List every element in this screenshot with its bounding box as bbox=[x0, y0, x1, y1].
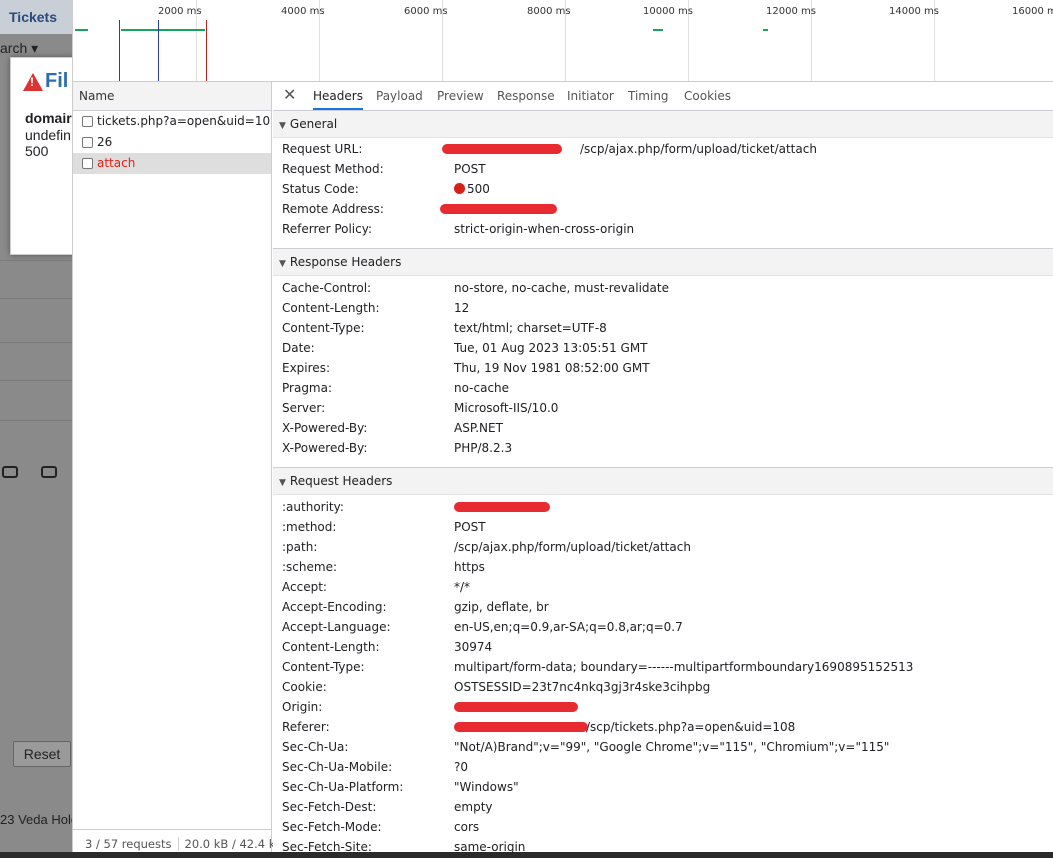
timeline-tick: 8000 ms bbox=[527, 6, 571, 17]
timeline-tick: 4000 ms bbox=[281, 6, 325, 17]
header-row: Content-Length: 30974 bbox=[282, 640, 493, 654]
header-row: Accept-Language: en-US,en;q=0.9,ar-SA;q=0… bbox=[282, 620, 683, 634]
redaction-mark bbox=[454, 702, 578, 712]
timeline-tick: 10000 ms bbox=[643, 6, 693, 17]
redaction-mark bbox=[454, 722, 588, 732]
request-checkbox[interactable] bbox=[82, 137, 93, 148]
header-row: :scheme: https bbox=[282, 560, 485, 574]
details-tabs: ✕ Headers Payload Preview Response Initi… bbox=[273, 82, 1053, 111]
app-tab-title: Tickets bbox=[9, 9, 57, 25]
header-row: X-Powered-By: PHP/8.2.3 bbox=[282, 441, 513, 455]
request-name: 26 bbox=[97, 135, 113, 149]
request-list: Name tickets.php?a=open&uid=108... 26 at… bbox=[73, 82, 290, 858]
header-row: Pragma: no-cache bbox=[282, 381, 510, 395]
taskbar-edge bbox=[0, 852, 1053, 858]
header-row: Referer:/scp/tickets.php?a=open&uid=108 bbox=[282, 720, 796, 734]
header-row: Referrer Policy: strict-origin-when-cross… bbox=[282, 222, 635, 236]
collapse-triangle-icon: ▼ bbox=[279, 478, 286, 488]
modal-line: 500 bbox=[25, 143, 49, 159]
error-modal: Fil domair undefin 500 bbox=[10, 57, 74, 255]
header-row: Request Method: POST bbox=[282, 162, 486, 176]
header-row: :authority: bbox=[282, 497, 1052, 517]
header-row: Remote Address: bbox=[282, 199, 1052, 219]
dom-content-loaded-line bbox=[119, 20, 120, 81]
collapse-triangle-icon: ▼ bbox=[279, 121, 286, 131]
timeline-bar bbox=[75, 29, 88, 31]
header-row: Accept: */* bbox=[282, 580, 471, 594]
header-row: Status Code: 500 bbox=[282, 182, 490, 196]
modal-title: Fil bbox=[23, 70, 68, 93]
network-overview-timeline[interactable]: 2000 ms 4000 ms 6000 ms 8000 ms 10000 ms… bbox=[73, 0, 1053, 82]
header-row: Content-Type: text/html; charset=UTF-8 bbox=[282, 321, 607, 335]
video-icon[interactable] bbox=[2, 466, 18, 478]
request-details: ✕ Headers Payload Preview Response Initi… bbox=[273, 82, 1053, 858]
timeline-tick: 14000 ms bbox=[889, 6, 939, 17]
header-row: Sec-Ch-Ua-Mobile: ?0 bbox=[282, 760, 469, 774]
timeline-bar bbox=[763, 29, 768, 31]
header-row: Request URL:/scp/ajax.php/form/upload/ti… bbox=[282, 142, 817, 156]
header-row: Server: Microsoft-IIS/10.0 bbox=[282, 401, 559, 415]
general-section-header[interactable]: ▼ General bbox=[273, 110, 1053, 138]
load-event-line bbox=[206, 20, 207, 81]
background-app: Tickets arch ▾ Fil domair undefin 500 Re… bbox=[0, 0, 74, 858]
request-checkbox[interactable] bbox=[82, 158, 93, 169]
header-row: Cookie: OSTSESSID=23t7nc4nkq3gj3r4ske3cih… bbox=[282, 680, 711, 694]
response-headers-section-header[interactable]: ▼ Response Headers bbox=[273, 248, 1053, 276]
tab-preview[interactable]: Preview bbox=[437, 82, 484, 110]
timeline-tick: 16000 ms bbox=[1012, 6, 1053, 17]
header-row: X-Powered-By: ASP.NET bbox=[282, 421, 503, 435]
header-row: Cache-Control: no-store, no-cache, must-r… bbox=[282, 281, 669, 295]
header-row: :method: POST bbox=[282, 520, 486, 534]
header-row: Origin: bbox=[282, 697, 1052, 717]
timeline-tick: 12000 ms bbox=[766, 6, 816, 17]
name-column-header[interactable]: Name bbox=[73, 82, 271, 111]
app-tab[interactable]: Tickets bbox=[0, 0, 74, 34]
timeline-bar bbox=[653, 29, 663, 31]
request-name: tickets.php?a=open&uid=108... bbox=[97, 114, 271, 128]
header-row: Expires: Thu, 19 Nov 1981 08:52:00 GMT bbox=[282, 361, 650, 375]
modal-line: domair bbox=[25, 110, 72, 126]
request-headers-section-header[interactable]: ▼ Request Headers bbox=[273, 467, 1053, 495]
request-name: attach bbox=[97, 156, 136, 170]
timeline-tick: 6000 ms bbox=[404, 6, 448, 17]
header-row: :path:/scp/ajax.php/form/upload/ticket/a… bbox=[282, 540, 691, 554]
tab-initiator[interactable]: Initiator bbox=[567, 82, 614, 110]
request-row-selected[interactable]: attach bbox=[73, 153, 271, 174]
header-row: Content-Type: multipart/form-data; bounda… bbox=[282, 660, 914, 674]
request-row[interactable]: 26 bbox=[73, 132, 271, 153]
header-row: Sec-Fetch-Mode: cors bbox=[282, 820, 480, 834]
collapse-triangle-icon: ▼ bbox=[279, 259, 286, 269]
modal-line: undefin bbox=[25, 127, 71, 143]
request-checkbox[interactable] bbox=[82, 116, 93, 127]
search-dropdown[interactable]: arch ▾ bbox=[0, 40, 38, 57]
header-row: Sec-Fetch-Dest: empty bbox=[282, 800, 493, 814]
header-row: Sec-Ch-Ua: "Not/A)Brand";v="99", "Google … bbox=[282, 740, 890, 754]
warning-icon bbox=[23, 72, 43, 91]
tab-timing[interactable]: Timing bbox=[628, 82, 669, 110]
redaction-mark bbox=[454, 502, 550, 512]
tab-cookies[interactable]: Cookies bbox=[684, 82, 731, 110]
tab-payload[interactable]: Payload bbox=[376, 82, 423, 110]
dom-content-loaded-line bbox=[158, 20, 159, 81]
footer-text: 23 Veda Hold bbox=[0, 812, 74, 827]
redaction-mark bbox=[440, 204, 557, 214]
header-row: Date: Tue, 01 Aug 2023 13:05:51 GMT bbox=[282, 341, 648, 355]
tab-headers[interactable]: Headers bbox=[313, 82, 363, 110]
request-count: 3 / 57 requests bbox=[85, 837, 172, 851]
grid-icon[interactable] bbox=[41, 466, 57, 478]
request-row[interactable]: tickets.php?a=open&uid=108... bbox=[73, 111, 271, 132]
reset-button[interactable]: Reset bbox=[13, 741, 71, 767]
tab-response[interactable]: Response bbox=[497, 82, 555, 110]
devtools-network-panel: 2000 ms 4000 ms 6000 ms 8000 ms 10000 ms… bbox=[72, 0, 1053, 858]
header-row: Content-Length: 12 bbox=[282, 301, 470, 315]
close-icon[interactable]: ✕ bbox=[283, 85, 296, 104]
header-row: Accept-Encoding: gzip, deflate, br bbox=[282, 600, 549, 614]
redaction-mark bbox=[442, 144, 562, 154]
timeline-tick: 2000 ms bbox=[158, 6, 202, 17]
header-row: Sec-Ch-Ua-Platform: "Windows" bbox=[282, 780, 519, 794]
timeline-bar bbox=[121, 29, 205, 31]
status-error-icon bbox=[454, 183, 465, 194]
